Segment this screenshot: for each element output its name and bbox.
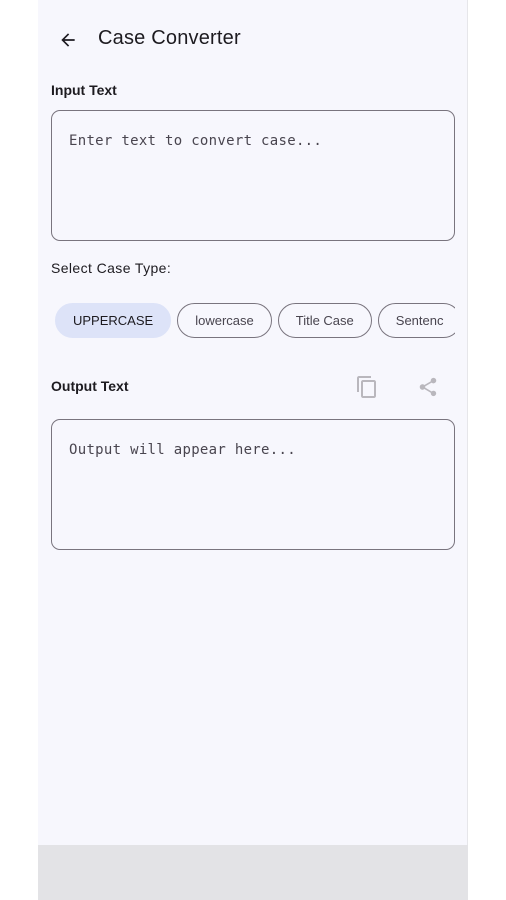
copy-icon [357,376,376,398]
output-text-field[interactable]: Output will appear here... [51,419,455,550]
screen: Case Converter Input Text Enter text to … [0,0,506,900]
output-placeholder: Output will appear here... [69,442,296,458]
input-text-label: Input Text [51,82,117,98]
input-placeholder: Enter text to convert case... [69,133,323,149]
share-icon [419,377,437,397]
bottom-navigation-area [38,845,468,900]
app-window: Case Converter Input Text Enter text to … [38,0,468,900]
chip-title-case[interactable]: Title Case [277,303,372,338]
top-app-bar: Case Converter [38,18,468,58]
arrow-back-icon [61,33,75,47]
page-title: Case Converter [98,27,241,49]
case-type-label: Select Case Type: [51,260,172,276]
case-type-chip-group: UPPERCASE lowercase Title Case Sentenc [55,303,455,339]
chip-sentence-case[interactable]: Sentenc [377,303,455,338]
chip-lowercase[interactable]: lowercase [177,303,272,338]
chip-uppercase[interactable]: UPPERCASE [55,303,172,338]
back-button[interactable] [54,26,82,54]
copy-button[interactable] [352,372,382,402]
output-text-label: Output Text [51,378,129,394]
input-text-field[interactable]: Enter text to convert case... [51,110,455,241]
share-button[interactable] [413,372,443,402]
